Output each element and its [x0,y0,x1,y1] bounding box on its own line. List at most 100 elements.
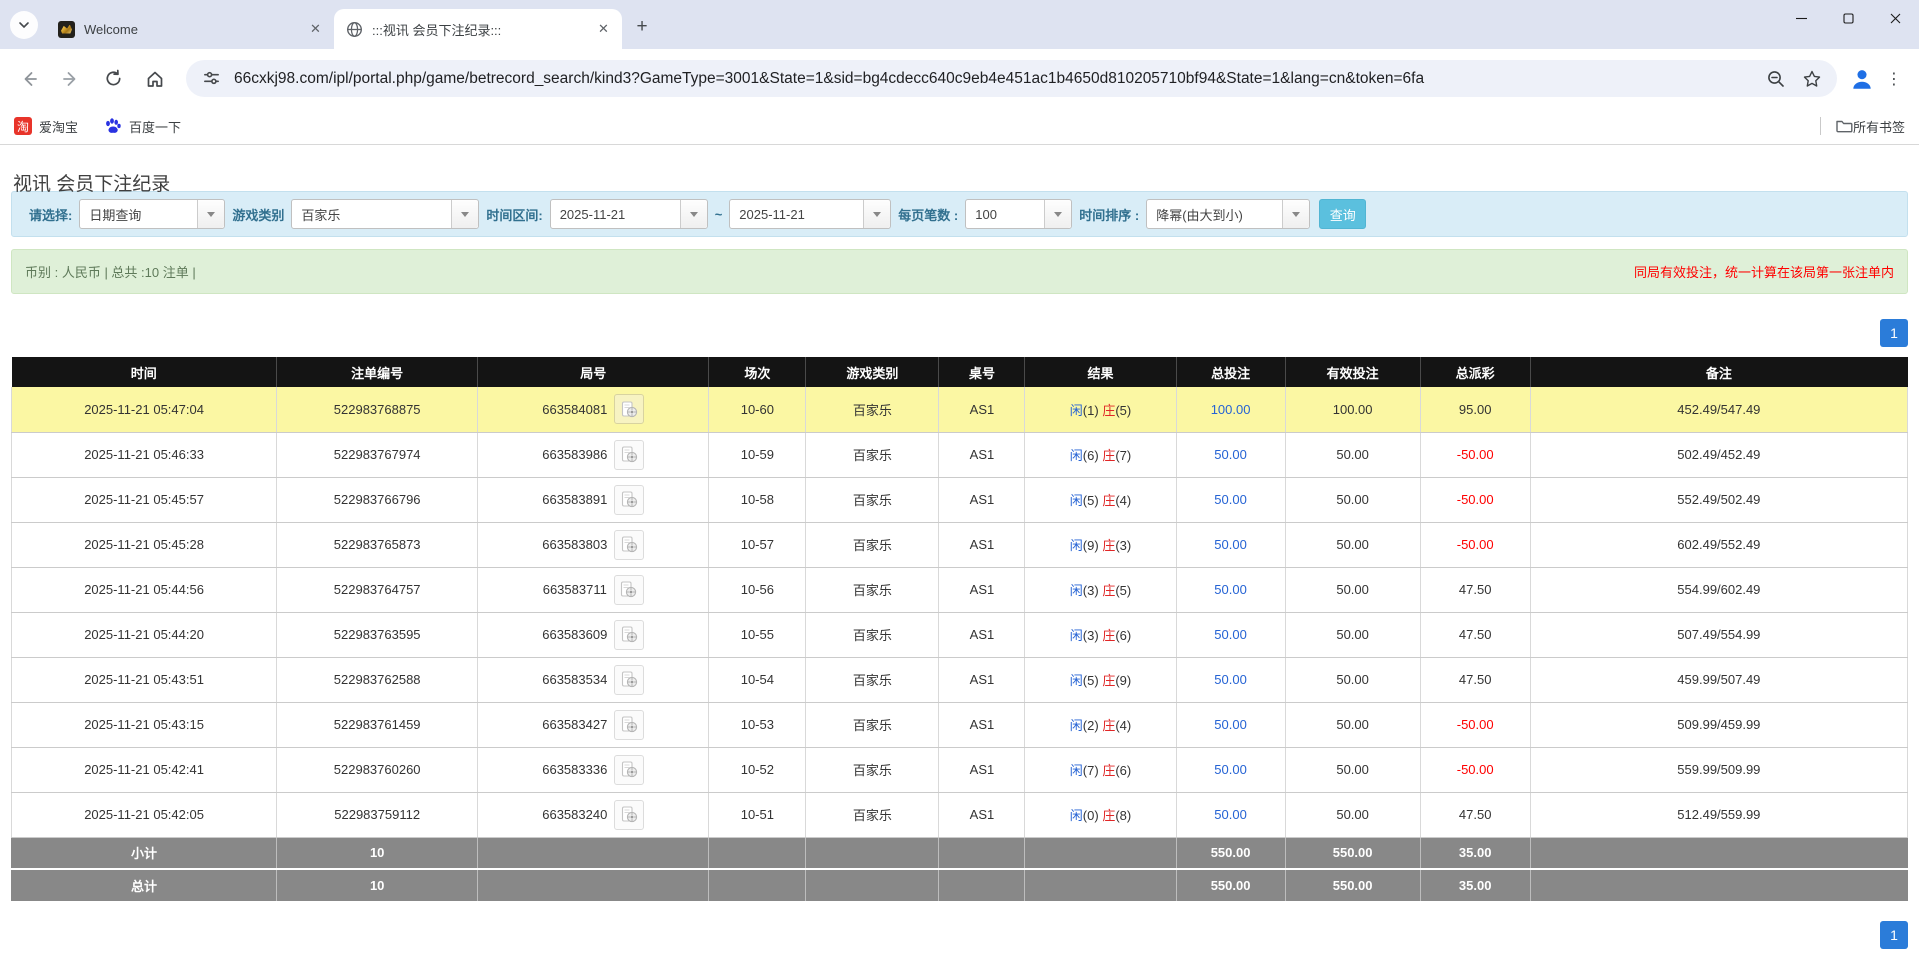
cell-valid-bet: 50.00 [1285,567,1420,612]
home-button[interactable] [136,60,174,98]
total-bet-link[interactable]: 50.00 [1214,717,1247,732]
cell-time: 2025-11-21 05:47:04 [12,387,277,432]
dropdown-arrow-icon[interactable] [680,200,707,228]
browser-menu-icon[interactable]: ⋮ [1879,62,1909,96]
cell-game-type: 百家乐 [806,702,939,747]
dropdown-arrow-icon[interactable] [451,200,478,228]
cell-session: 10-60 [709,387,806,432]
zoom-out-icon[interactable] [1765,68,1787,90]
dropdown-arrow-icon[interactable] [1282,200,1309,228]
query-type-select[interactable]: 日期查询 [79,199,225,229]
cell-table-no: AS1 [939,792,1025,837]
profile-avatar[interactable] [1845,62,1879,96]
round-id: 663583891 [542,492,607,507]
total-bet-link[interactable]: 50.00 [1214,762,1247,777]
date-to-select[interactable]: 2025-11-21 [729,199,891,229]
cell-table-no: AS1 [939,702,1025,747]
total-bet-link[interactable]: 50.00 [1214,492,1247,507]
dropdown-arrow-icon[interactable] [197,200,224,228]
cell-payout: -50.00 [1420,522,1530,567]
cell-bet-id: 522983760260 [277,747,478,792]
page-number-button[interactable]: 1 [1880,319,1908,347]
cell-round-id: 663583240 [478,792,709,837]
video-replay-button[interactable] [614,800,644,830]
cell-result: 闲(2) 庄(4) [1025,702,1176,747]
cell-time: 2025-11-21 05:43:51 [12,657,277,702]
total-bet-link[interactable]: 50.00 [1214,537,1247,552]
total-bet-link[interactable]: 50.00 [1214,807,1247,822]
total-bet-link[interactable]: 50.00 [1214,447,1247,462]
payout-value: 47.50 [1459,672,1492,687]
bookmarks-bar: 淘 爱淘宝 百度一下 所有书签 [0,108,1919,145]
window-minimize-button[interactable] [1778,0,1825,36]
new-tab-button[interactable]: + [628,13,656,41]
bookmark-baidu[interactable]: 百度一下 [104,117,181,136]
video-replay-button[interactable] [614,394,644,424]
date-from-select[interactable]: 2025-11-21 [550,199,708,229]
page-size-select[interactable]: 100 [965,199,1072,229]
total-bet-link[interactable]: 100.00 [1211,402,1251,417]
game-type-select[interactable]: 百家乐 [291,199,479,229]
cell-payout: 95.00 [1420,387,1530,432]
result-banker: 庄 [1102,718,1115,733]
video-replay-button[interactable] [614,440,644,470]
subtotal-count: 10 [277,837,478,869]
address-bar[interactable]: 66cxkj98.com/ipl/portal.php/game/betreco… [186,60,1837,97]
cell-total-bet: 100.00 [1176,387,1285,432]
back-button[interactable] [10,60,48,98]
cell-total-bet: 50.00 [1176,702,1285,747]
dropdown-arrow-icon[interactable] [1044,200,1071,228]
all-bookmarks[interactable]: 所有书签 [1820,117,1905,136]
page-number-button[interactable]: 1 [1880,921,1908,949]
cell-session: 10-54 [709,657,806,702]
cell-table-no: AS1 [939,612,1025,657]
sort-select[interactable]: 降幂(由大到小) [1146,199,1310,229]
query-button[interactable]: 查询 [1319,199,1366,229]
cell-note: 459.99/507.49 [1530,657,1907,702]
game-type-label: 游戏类别 [232,205,284,224]
total-bet-link[interactable]: 50.00 [1214,582,1247,597]
cell-bet-id: 522983761459 [277,702,478,747]
total-bet-link[interactable]: 50.00 [1214,672,1247,687]
video-replay-button[interactable] [614,755,644,785]
video-replay-button[interactable] [614,665,644,695]
payout-value: 47.50 [1459,627,1492,642]
cell-note: 452.49/547.49 [1530,387,1907,432]
tab-welcome[interactable]: Welcome ✕ [46,9,334,49]
tab-betrecord[interactable]: :::视讯 会员下注纪录::: ✕ [334,9,622,49]
site-settings-icon[interactable] [200,68,222,90]
cell-valid-bet: 50.00 [1285,747,1420,792]
tab-search-button[interactable] [10,11,38,39]
subtotal-total-bet: 550.00 [1176,837,1285,869]
window-maximize-button[interactable] [1825,0,1872,36]
table-row: 2025-11-21 05:44:56522983764757663583711… [12,567,1908,612]
video-replay-button[interactable] [614,710,644,740]
forward-button[interactable] [52,60,90,98]
tab-close-icon[interactable]: ✕ [307,21,324,38]
bookmark-star-icon[interactable] [1801,68,1823,90]
result-player: 闲 [1070,448,1083,463]
refresh-button[interactable] [94,60,132,98]
cell-bet-id: 522983767974 [277,432,478,477]
video-replay-button[interactable] [614,620,644,650]
header-result: 结果 [1025,357,1176,387]
result-player: 闲 [1070,763,1083,778]
result-banker: 庄 [1102,628,1115,643]
video-replay-button[interactable] [614,530,644,560]
cell-game-type: 百家乐 [806,657,939,702]
video-replay-button[interactable] [614,485,644,515]
bookmark-taobao[interactable]: 淘 爱淘宝 [14,117,78,136]
total-bet-link[interactable]: 50.00 [1214,627,1247,642]
result-player: 闲 [1070,403,1083,418]
header-session: 场次 [709,357,806,387]
dropdown-arrow-icon[interactable] [863,200,890,228]
round-id: 663584081 [542,402,607,417]
table-row: 2025-11-21 05:45:57522983766796663583891… [12,477,1908,522]
tab-close-icon[interactable]: ✕ [595,21,612,38]
cell-bet-id: 522983764757 [277,567,478,612]
window-close-button[interactable] [1872,0,1919,36]
cell-table-no: AS1 [939,477,1025,522]
header-game-type: 游戏类别 [806,357,939,387]
bookmark-label: 百度一下 [129,117,181,136]
video-replay-button[interactable] [614,575,644,605]
